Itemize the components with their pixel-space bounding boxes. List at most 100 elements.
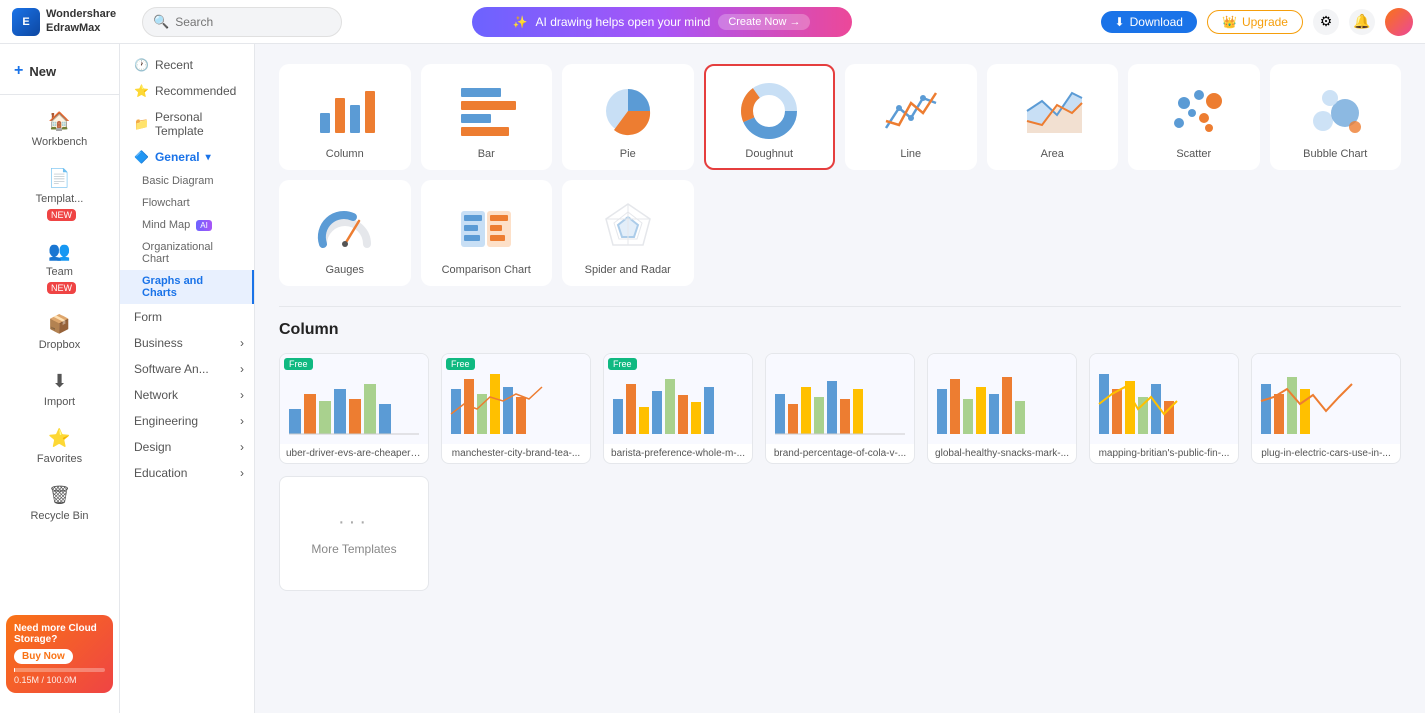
nav-personal-template[interactable]: 📁 Personal Template (120, 104, 254, 144)
sidebar-item-import[interactable]: ⬇ Import (6, 363, 113, 416)
doughnut-chart-icon (737, 78, 801, 142)
notification-icon[interactable]: 🔔 (1349, 9, 1375, 35)
arrow-right-icon-5: › (240, 440, 244, 454)
nav-general-section[interactable]: 🔷 General ▾ (120, 144, 254, 170)
chart-type-comparison[interactable]: Comparison Chart (421, 180, 553, 286)
bubble-chart-icon (1303, 78, 1367, 142)
nav-recommended[interactable]: ⭐ Recommended (120, 78, 254, 104)
chart-type-bubble[interactable]: Bubble Chart (1270, 64, 1402, 170)
template-card-7[interactable]: plug-in-electric-cars-use-in-... (1251, 353, 1401, 464)
template-title-2: manchester-city-brand-tea-... (442, 444, 590, 463)
recent-icon: 🕐 (134, 58, 149, 72)
template-title-6: mapping-britian's-public-fin-... (1090, 444, 1238, 463)
nav-form[interactable]: Form (120, 304, 254, 330)
template-thumb-1: Free (280, 354, 428, 444)
logo[interactable]: E Wondershare EdrawMax (12, 8, 132, 36)
logo-icon: E (12, 8, 40, 36)
column-section-title: Column (279, 321, 1401, 339)
cloud-storage-title: Need more Cloud Storage? (14, 623, 105, 645)
nav-business[interactable]: Business › (120, 330, 254, 356)
arrow-right-icon-6: › (240, 466, 244, 480)
chart-type-line[interactable]: Line (845, 64, 977, 170)
template-card-6[interactable]: mapping-britian's-public-fin-... (1089, 353, 1239, 464)
template-card-4[interactable]: brand-percentage-of-cola-v-... (765, 353, 915, 464)
favorites-icon: ⭐ (48, 428, 70, 449)
new-button[interactable]: + New (0, 54, 119, 88)
chart-type-spider[interactable]: Spider and Radar (562, 180, 694, 286)
arrow-right-icon-3: › (240, 388, 244, 402)
comparison-chart-icon (454, 194, 518, 258)
nav-basic-diagram[interactable]: Basic Diagram (120, 170, 254, 192)
column-chart-icon (313, 78, 377, 142)
more-dots: ··· (338, 511, 370, 534)
settings-icon[interactable]: ⚙ (1313, 9, 1339, 35)
general-icon: 🔷 (134, 150, 149, 164)
ai-banner[interactable]: ✨ AI drawing helps open your mind Create… (472, 7, 852, 37)
more-templates-card[interactable]: ··· More Templates (279, 476, 429, 591)
template-title-5: global-healthy-snacks-mark-... (928, 444, 1076, 463)
sidebar-item-team[interactable]: 👥 Team NEW (6, 233, 113, 302)
template-card-1[interactable]: Free uber-driver-evs-are-cheaper-... (279, 353, 429, 464)
chart-type-gauges[interactable]: Gauges (279, 180, 411, 286)
nav-org-chart[interactable]: Organizational Chart (120, 236, 254, 270)
nav-mind-map[interactable]: Mind Map AI (120, 214, 254, 236)
nav-network[interactable]: Network › (120, 382, 254, 408)
scatter-chart-icon (1162, 78, 1226, 142)
chart-type-column[interactable]: Column (279, 64, 411, 170)
template-grid: Free uber-driver-evs-are-cheaper-... (279, 353, 1401, 464)
spider-label: Spider and Radar (585, 264, 671, 276)
avatar[interactable] (1385, 8, 1413, 36)
upgrade-button[interactable]: 👑 Upgrade (1207, 10, 1303, 34)
chart-type-scatter[interactable]: Scatter (1128, 64, 1260, 170)
pie-chart-icon (596, 78, 660, 142)
recommended-icon: ⭐ (134, 84, 149, 98)
templates-icon: 📄 (48, 168, 70, 189)
nav-recent[interactable]: 🕐 Recent (120, 52, 254, 78)
sidebar-divider (0, 94, 119, 95)
ai-star-icon: ✨ (513, 15, 528, 29)
comparison-label: Comparison Chart (442, 264, 531, 276)
nav-education[interactable]: Education › (120, 460, 254, 486)
nav-graphs-charts[interactable]: Graphs and Charts (120, 270, 254, 304)
spider-chart-icon (596, 194, 660, 258)
doughnut-label: Doughnut (745, 148, 793, 160)
arrow-right-icon-2: › (240, 362, 244, 376)
free-badge-1: Free (284, 358, 313, 370)
storage-bar (14, 668, 105, 672)
download-button[interactable]: ⬇ Download (1101, 11, 1197, 33)
nav-design[interactable]: Design › (120, 434, 254, 460)
chart-type-doughnut[interactable]: Doughnut (704, 64, 836, 170)
topbar-right: ⬇ Download 👑 Upgrade ⚙ 🔔 (1101, 8, 1413, 36)
nav-flowchart[interactable]: Flowchart (120, 192, 254, 214)
nav-software[interactable]: Software An... › (120, 356, 254, 382)
import-icon: ⬇ (52, 371, 67, 392)
empty-cell-1 (704, 180, 836, 286)
arrow-right-icon-4: › (240, 414, 244, 428)
chart-type-pie[interactable]: Pie (562, 64, 694, 170)
gauges-chart-icon (313, 194, 377, 258)
sidebar-item-recycle[interactable]: 🗑 Recycle Bin (6, 477, 113, 530)
chart-type-bar[interactable]: Bar (421, 64, 553, 170)
personal-template-icon: 📁 (134, 117, 149, 131)
template-card-2[interactable]: Free manchester-city-brand-tea-... (441, 353, 591, 464)
template-card-5[interactable]: global-healthy-snacks-mark-... (927, 353, 1077, 464)
nav-engineering[interactable]: Engineering › (120, 408, 254, 434)
area-label: Area (1041, 148, 1064, 160)
storage-label: 0.15M / 100.0M (14, 675, 105, 685)
template-title-7: plug-in-electric-cars-use-in-... (1252, 444, 1400, 463)
sidebar-item-favorites[interactable]: ⭐ Favorites (6, 420, 113, 473)
sidebar-item-templates[interactable]: 📄 Templat... NEW (6, 160, 113, 229)
cloud-storage-promo[interactable]: Need more Cloud Storage? Buy Now 0.15M /… (6, 615, 113, 693)
download-icon: ⬇ (1115, 15, 1125, 29)
cloud-buy-btn[interactable]: Buy Now (14, 649, 73, 664)
sidebar-item-workbench[interactable]: 🏠 Workbench (6, 103, 113, 156)
template-thumb-2: Free (442, 354, 590, 444)
search-input[interactable] (175, 15, 331, 29)
logo-text: Wondershare EdrawMax (46, 8, 116, 34)
search-bar[interactable]: 🔍 (142, 7, 342, 37)
sidebar-item-dropbox[interactable]: 📦 Dropbox (6, 306, 113, 359)
chart-type-area[interactable]: Area (987, 64, 1119, 170)
template-thumb-5 (928, 354, 1076, 444)
ai-banner-create-btn[interactable]: Create Now → (718, 14, 810, 30)
template-card-3[interactable]: Free barista-preference-whole-m-... (603, 353, 753, 464)
